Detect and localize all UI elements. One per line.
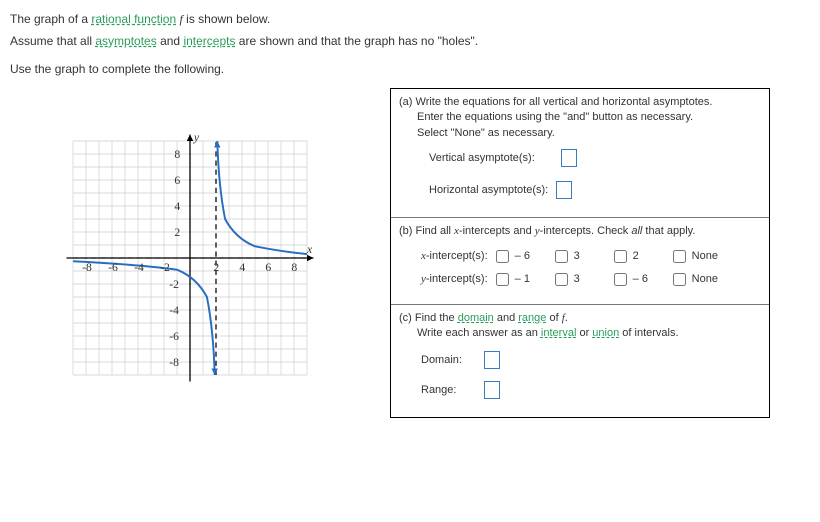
part-c-text2: Write each answer as an [417, 327, 541, 339]
part-a-label: (a) [399, 96, 412, 108]
problem-intro: The graph of a rational function f is sh… [10, 10, 810, 78]
vertical-asymptote-label: Vertical asymptote(s): [429, 152, 535, 164]
part-c-text2: or [576, 327, 592, 339]
x-opt-2[interactable] [614, 250, 627, 263]
vertical-asymptote-input[interactable] [561, 149, 577, 167]
y-opt-label: – 6 [633, 273, 655, 285]
x-opt-label: – 6 [515, 250, 537, 262]
part-a-text1: Write the equations for all vertical and… [416, 96, 713, 108]
intro-text: The graph of a [10, 12, 91, 26]
horizontal-asymptote-input[interactable] [556, 181, 572, 199]
intro-text: Use the graph to complete the following. [10, 62, 224, 76]
tick-label: 8 [291, 261, 297, 274]
y-opt-label: None [692, 273, 718, 285]
x-intercept-label: x-intercept(s): [421, 250, 488, 262]
interval-link[interactable]: interval [541, 327, 576, 339]
intro-text: and [157, 34, 184, 48]
curve-right [217, 141, 307, 254]
horizontal-asymptote-label: Horizontal asymptote(s): [429, 184, 548, 196]
tick-label: -2 [169, 278, 179, 291]
tick-label: 2 [213, 261, 219, 274]
tick-label: 8 [174, 148, 180, 161]
part-c-label: (c) [399, 312, 412, 324]
x-opt-neg6[interactable] [496, 250, 509, 263]
y-opt-neg1[interactable] [496, 273, 509, 286]
asymptotes-link[interactable]: asymptotes [95, 34, 156, 48]
x-opt-label: None [692, 250, 718, 262]
answer-box: (a) Write the equations for all vertical… [390, 88, 770, 418]
tick-label: 4 [239, 261, 245, 274]
section-c: (c) Find the domain and range of f. Writ… [391, 305, 769, 418]
y-opt-neg6[interactable] [614, 273, 627, 286]
part-b-label: (b) [399, 225, 412, 237]
domain-input[interactable] [484, 351, 500, 369]
tick-label: -6 [169, 330, 179, 343]
tick-label: 6 [265, 261, 271, 274]
part-a-text3: Select "None" as necessary. [417, 127, 555, 139]
y-opt-label: 3 [574, 273, 596, 285]
part-c-text: of f. [549, 312, 567, 324]
tick-label: 2 [174, 226, 180, 239]
tick-label: 4 [174, 200, 180, 213]
axis-label-y: y [193, 131, 200, 144]
y-intercept-label: y-intercept(s): [421, 273, 488, 285]
axis-label-x: x [306, 243, 313, 256]
domain-label: Domain: [421, 354, 462, 366]
x-opt-none[interactable] [673, 250, 686, 263]
intro-text: is shown below. [186, 12, 270, 26]
y-opt-none[interactable] [673, 273, 686, 286]
domain-link[interactable]: domain [458, 312, 494, 324]
x-opt-3[interactable] [555, 250, 568, 263]
intro-text: are shown and that the graph has no "hol… [235, 34, 478, 48]
rational-function-link[interactable]: rational function [91, 12, 176, 26]
tick-label: -4 [169, 304, 179, 317]
tick-label: -4 [134, 261, 144, 274]
union-link[interactable]: union [592, 327, 619, 339]
x-opt-label: 2 [633, 250, 655, 262]
tick-label: -8 [169, 356, 179, 369]
x-opt-label: 3 [574, 250, 596, 262]
intro-f: f [179, 12, 182, 26]
tick-label: -8 [82, 261, 92, 274]
rational-function-graph: -8 -6 -4 -2 2 4 6 8 8 6 4 2 -2 -4 -6 -8 … [60, 118, 320, 398]
y-opt-label: – 1 [515, 273, 537, 285]
range-input[interactable] [484, 381, 500, 399]
intercepts-link[interactable]: intercepts [183, 34, 235, 48]
intro-text: Assume that all [10, 34, 95, 48]
range-link[interactable]: range [518, 312, 546, 324]
y-opt-3[interactable] [555, 273, 568, 286]
tick-label: 6 [174, 174, 180, 187]
tick-label: -2 [160, 261, 170, 274]
graph-panel: -8 -6 -4 -2 2 4 6 8 8 6 4 2 -2 -4 -6 -8 … [10, 88, 350, 401]
range-label: Range: [421, 384, 456, 396]
section-a: (a) Write the equations for all vertical… [391, 89, 769, 218]
section-b: (b) Find all x-intercepts and y-intercep… [391, 218, 769, 304]
part-c-text: Find the [415, 312, 458, 324]
part-a-text2: Enter the equations using the "and" butt… [417, 111, 693, 123]
part-c-text: and [494, 312, 518, 324]
curve-left [73, 261, 215, 375]
tick-label: -6 [108, 261, 118, 274]
part-c-text2: of intervals. [619, 327, 678, 339]
